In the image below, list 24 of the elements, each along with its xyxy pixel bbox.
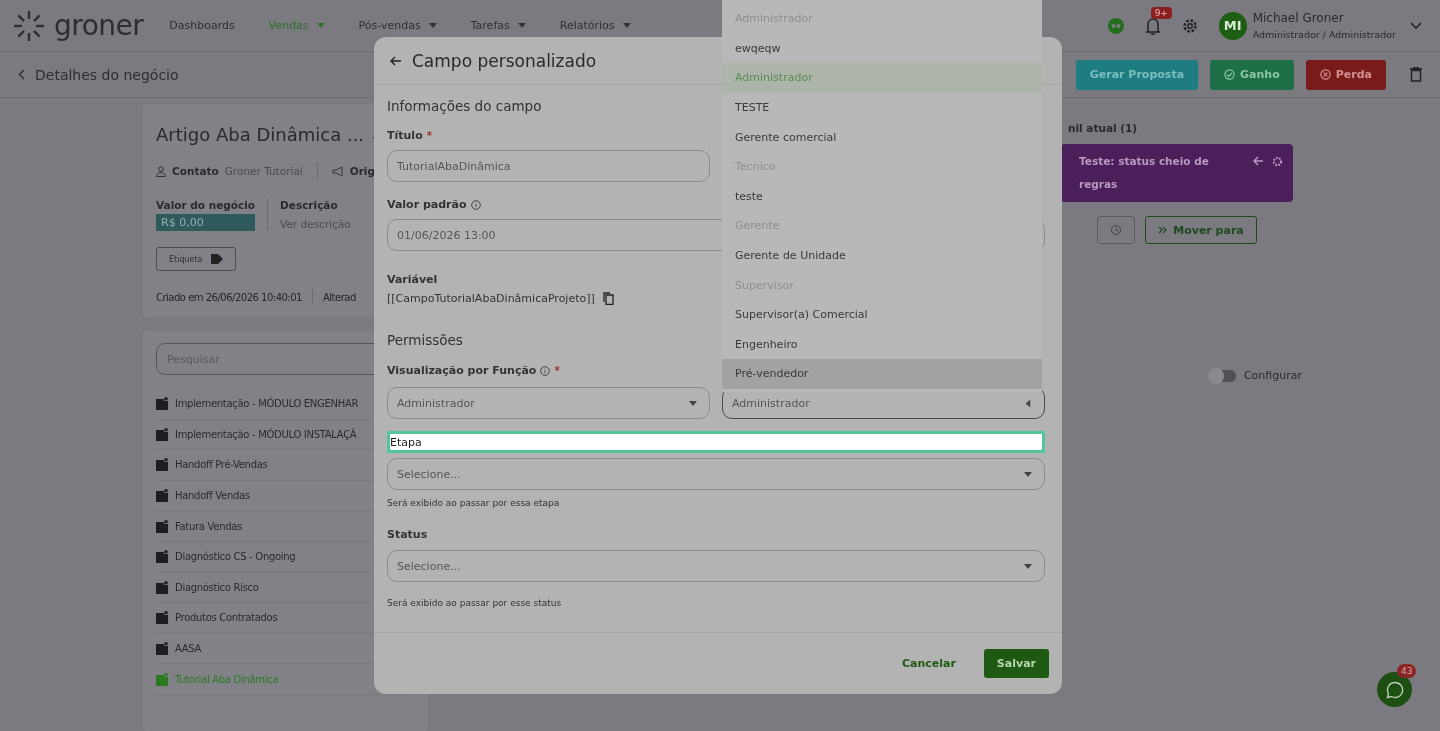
field-label: Título: [387, 129, 423, 142]
user-role: Administrador / Administrador: [1252, 29, 1396, 40]
deal-value: R$ 0,00: [156, 214, 256, 231]
required-mark: *: [554, 365, 560, 376]
chat-count-badge: 43: [1397, 664, 1417, 678]
contact-label: Contato: [172, 165, 219, 177]
value-label: Valor do negócio: [156, 199, 256, 211]
brand-name: groner: [54, 9, 144, 42]
origin-label: Orig: [349, 165, 375, 177]
user-name: Michael Groner: [1252, 11, 1345, 25]
created-date: Criado em 26/06/2026 10:40:01: [156, 291, 302, 303]
deal-title: Artigo Aba Dinâmica ...: [156, 124, 365, 145]
notification-count: 9+: [1150, 6, 1172, 19]
description-label: Descrição: [280, 199, 339, 211]
toggle-label: Configurar: [1243, 369, 1302, 382]
section-heading: Informações do campo: [387, 98, 542, 114]
variable-text: [[CampoTutorialAbaDinâmicaProjeto]]: [387, 292, 595, 305]
field-label: Variável: [387, 273, 438, 286]
field-label: Valor padrão: [387, 198, 467, 211]
funnel-title: nil atual (1): [1068, 122, 1138, 134]
dialog-title: Campo personalizado: [412, 50, 597, 71]
contact-value: Groner Tutorial: [224, 165, 303, 177]
required-mark: *: [426, 130, 432, 141]
updated-date: Alterad: [322, 291, 356, 303]
